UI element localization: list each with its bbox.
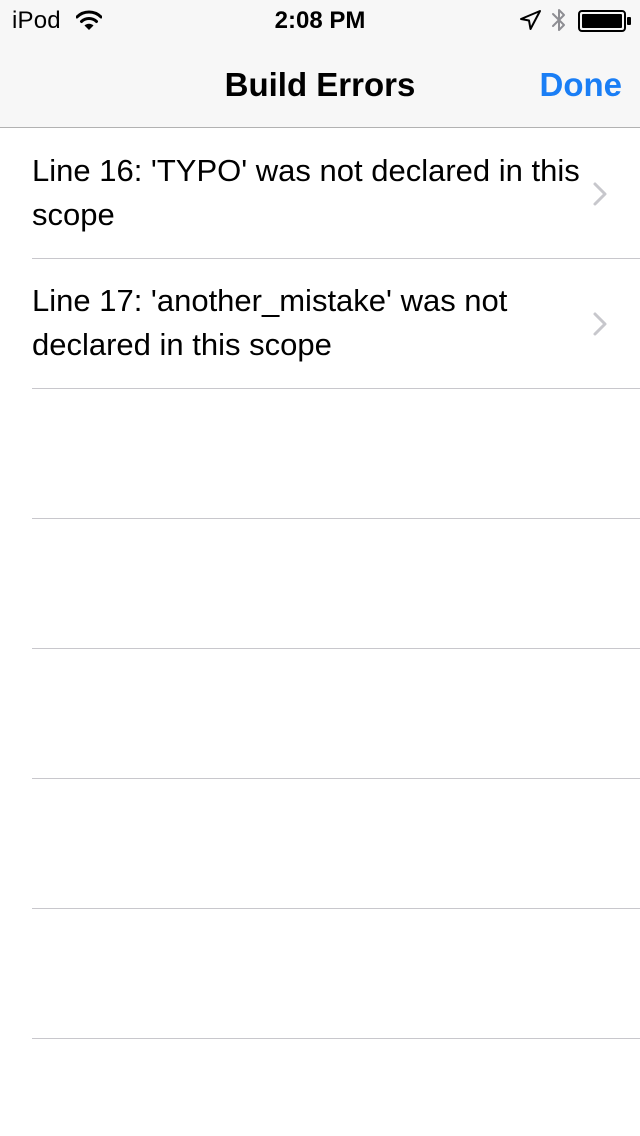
error-row[interactable]: Line 17: 'another_mistake' was not decla…	[0, 259, 640, 389]
battery-icon	[578, 10, 631, 32]
empty-row	[0, 649, 640, 779]
error-message: Line 16: 'TYPO' was not declared in this…	[32, 153, 580, 232]
error-row[interactable]: Line 16: 'TYPO' was not declared in this…	[0, 129, 640, 259]
status-bar: iPod 2:08 PM	[0, 0, 640, 40]
chevron-right-icon	[593, 312, 607, 336]
screen: iPod 2:08 PM Build Errors Done Line 16: …	[0, 0, 640, 1136]
empty-row	[0, 519, 640, 649]
empty-row	[0, 909, 640, 1039]
empty-row	[0, 389, 640, 519]
navigation-bar: Build Errors Done	[0, 40, 640, 128]
empty-row	[0, 779, 640, 909]
top-chrome: iPod 2:08 PM Build Errors Done	[0, 0, 640, 128]
status-time: 2:08 PM	[274, 7, 366, 34]
done-button[interactable]: Done	[540, 65, 623, 105]
error-message: Line 17: 'another_mistake' was not decla…	[32, 283, 508, 362]
bluetooth-icon	[552, 9, 565, 31]
error-list: Line 16: 'TYPO' was not declared in this…	[0, 129, 640, 1039]
chevron-right-icon	[593, 182, 607, 206]
location-arrow-icon	[520, 10, 541, 30]
